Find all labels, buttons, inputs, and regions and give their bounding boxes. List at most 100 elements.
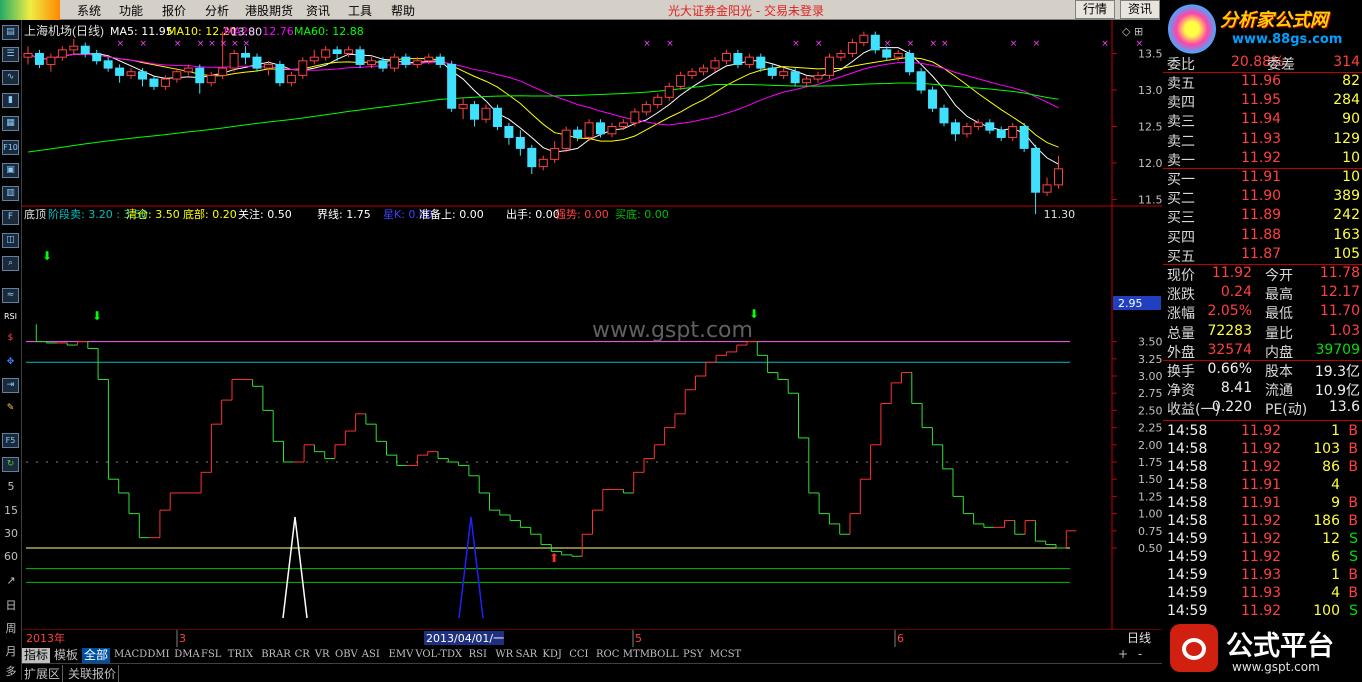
candle-body: [492, 107, 502, 127]
indicator-tab[interactable]: KDJ: [540, 648, 564, 663]
time-month-6: 6: [897, 632, 904, 645]
period-30-button[interactable]: 30: [2, 527, 20, 540]
price-tick-label: 11.50: [1138, 194, 1162, 207]
f10-button[interactable]: F10: [2, 140, 19, 155]
market-button[interactable]: 行情: [1075, 0, 1115, 19]
indicator-tab[interactable]: PSY: [681, 648, 705, 663]
menu-analysis[interactable]: 分析: [205, 2, 229, 19]
export-icon[interactable]: ⇥: [2, 378, 19, 393]
candle-body: [550, 147, 560, 160]
bid-price: 11.89: [1241, 207, 1282, 224]
indicator-tab[interactable]: CR: [293, 648, 312, 663]
menu-function[interactable]: 功能: [119, 2, 143, 19]
window-icon[interactable]: ▤: [2, 25, 19, 40]
indicator-tab[interactable]: BRAR: [259, 648, 293, 663]
indicator-tab[interactable]: VOL-TDX: [413, 648, 464, 663]
candle-icon[interactable]: ▮: [2, 93, 19, 108]
low-price-label: 11.30: [1044, 208, 1076, 221]
quote-row: 净资 8.41 流通 10.9亿: [1163, 380, 1362, 399]
indicator-tab[interactable]: SAR: [514, 648, 540, 663]
indicator-tab[interactable]: CCI: [567, 648, 590, 663]
quote-row: 涨跌 0.24 最高 12.17: [1163, 284, 1362, 303]
indicator-tab[interactable]: ROC: [594, 648, 621, 663]
zoom-in-button[interactable]: +: [1118, 647, 1128, 661]
period-15-button[interactable]: 15: [2, 504, 20, 517]
indicator-tab[interactable]: 模板: [52, 648, 80, 663]
period-multi-button[interactable]: 多: [2, 663, 20, 679]
indicator-tab[interactable]: BOLL: [648, 648, 681, 663]
chart-icon[interactable]: ◫: [2, 233, 19, 248]
fundamental-value: 8.41: [1220, 380, 1252, 397]
tick-price: 11.92: [1241, 423, 1282, 439]
tick-price: 11.91: [1241, 477, 1282, 493]
stat-value: 11.78: [1319, 265, 1360, 281]
fiz2-icon[interactable]: ↗: [2, 574, 20, 587]
indicator-tab[interactable]: DMI: [145, 648, 171, 663]
indicator-tab[interactable]: 全部: [82, 648, 111, 663]
quote-row: 14:58 11.91 4: [1163, 477, 1362, 496]
stat-value: 12.17: [1319, 284, 1360, 301]
candle-body: [447, 63, 457, 109]
indicator-tab[interactable]: VR: [313, 648, 332, 663]
pencil-icon[interactable]: ✎: [2, 402, 19, 417]
ask-volume: 82: [1342, 73, 1360, 89]
search-icon[interactable]: ⌕: [2, 256, 19, 271]
candle-body: [412, 60, 422, 65]
menu-system[interactable]: 系统: [77, 2, 101, 19]
candle-body: [618, 122, 628, 127]
candle-body: [664, 85, 674, 98]
move-icon[interactable]: ✥: [2, 356, 19, 371]
indicator-tab[interactable]: MACD: [112, 648, 149, 663]
candle-body: [733, 53, 743, 65]
indicator-tab[interactable]: OBV: [333, 648, 360, 663]
menu-help[interactable]: 帮助: [391, 2, 415, 19]
news-button[interactable]: 资讯: [1120, 0, 1160, 19]
indicator-tab[interactable]: MCST: [708, 648, 743, 663]
indicator-tab[interactable]: ASI: [360, 648, 382, 663]
grid-icon[interactable]: ▦: [2, 116, 19, 131]
indicator-tab[interactable]: RSI: [467, 648, 489, 663]
candle-body: [584, 122, 594, 138]
menu-quote[interactable]: 报价: [162, 2, 186, 19]
list-icon[interactable]: ☰: [2, 47, 19, 62]
indicator-tab[interactable]: 指标: [22, 648, 51, 663]
indicator-tick-label: 1.25: [1138, 490, 1162, 503]
period-week-button[interactable]: 周: [2, 620, 20, 636]
candle-body: [882, 49, 892, 58]
candle-body: [538, 158, 548, 168]
candle-body: [1019, 126, 1029, 149]
fiz-icon[interactable]: F: [2, 210, 19, 225]
zoom-out-button[interactable]: -: [1138, 647, 1142, 661]
doc-icon[interactable]: ▣: [2, 163, 19, 178]
menu-tools[interactable]: 工具: [348, 2, 372, 19]
dollar-icon[interactable]: $: [2, 332, 19, 347]
f5-button[interactable]: F5: [2, 433, 19, 448]
wave-icon[interactable]: ≈: [2, 288, 19, 303]
period-day-button[interactable]: 日: [2, 597, 20, 613]
menu-news[interactable]: 资讯: [306, 2, 330, 19]
quote-row: 14:58 11.92 186 B: [1163, 513, 1362, 532]
rsi-button[interactable]: RSI: [2, 310, 19, 325]
candle-body: [744, 56, 754, 65]
table-icon[interactable]: ▥: [2, 186, 19, 201]
candle-body: [34, 53, 44, 65]
indicator-tab[interactable]: WR: [493, 648, 515, 663]
tick-time: 14:59: [1167, 549, 1208, 565]
tick-side: B: [1348, 513, 1358, 529]
indicator-tab[interactable]: EMV: [387, 648, 416, 663]
diamond-icon[interactable]: ◇ ⊞: [1122, 25, 1143, 38]
indicator-tab[interactable]: DMA: [172, 648, 201, 663]
indicator-tab[interactable]: TRIX: [226, 648, 255, 663]
line-chart-icon[interactable]: ∿: [2, 70, 19, 85]
buy-arrow-icon: ⬆: [549, 551, 559, 565]
period-60-button[interactable]: 60: [2, 550, 20, 563]
menu-hk-futures[interactable]: 港股期货: [245, 2, 293, 19]
ask-volume: 10: [1342, 149, 1360, 166]
period-month-button[interactable]: 月: [2, 643, 20, 659]
period-5-button[interactable]: 5: [2, 480, 20, 493]
indicator-tab[interactable]: FSL: [199, 648, 223, 663]
refresh-icon[interactable]: ↻: [2, 457, 19, 472]
extension-tab[interactable]: 扩展区: [22, 665, 64, 682]
related-quote-tab[interactable]: 关联报价: [66, 665, 120, 682]
fundamental-label: 换手: [1167, 364, 1195, 380]
